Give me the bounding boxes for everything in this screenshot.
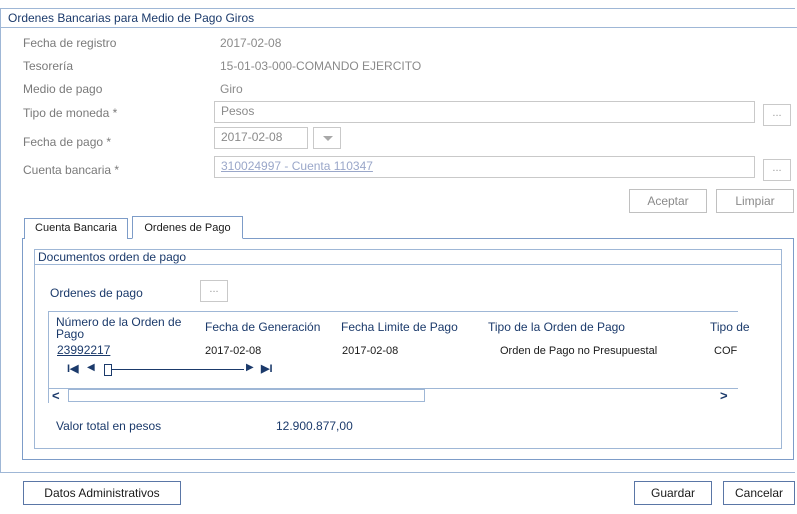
column-header-tipo-orden[interactable]: Tipo de la Orden de Pago bbox=[488, 321, 625, 333]
medio-pago-value: Giro bbox=[220, 82, 243, 96]
table-row[interactable]: 23992217 2017-02-08 2017-02-08 Orden de … bbox=[48, 343, 738, 360]
prev-page-icon[interactable]: ◀ bbox=[87, 362, 95, 373]
limpiar-button[interactable]: Limpiar bbox=[716, 189, 794, 213]
orden-fecha-limite: 2017-02-08 bbox=[342, 345, 399, 357]
orden-tipo-extra: COF bbox=[714, 345, 738, 357]
scroll-right-icon[interactable]: > bbox=[720, 388, 728, 403]
fecha-pago-field[interactable]: 2017-02-08 bbox=[214, 127, 308, 149]
tab-ordenes-de-pago[interactable]: Ordenes de Pago bbox=[132, 216, 243, 239]
cuenta-bancaria-search-button[interactable]: ... bbox=[763, 159, 791, 181]
cuenta-bancaria-label: Cuenta bancaria * bbox=[23, 163, 120, 177]
orden-fecha-generacion: 2017-02-08 bbox=[205, 345, 262, 357]
column-header-numero[interactable]: Número de la Orden de Pago bbox=[56, 316, 196, 340]
next-page-icon[interactable]: ▶ bbox=[246, 362, 254, 373]
tipo-moneda-field[interactable]: Pesos bbox=[214, 101, 755, 123]
scroll-thumb[interactable] bbox=[68, 389, 425, 402]
guardar-button[interactable]: Guardar bbox=[634, 481, 712, 505]
tab-cuenta-bancaria[interactable]: Cuenta Bancaria bbox=[24, 218, 128, 239]
documentos-group-title: Documentos orden de pago bbox=[38, 250, 187, 264]
cuenta-bancaria-field[interactable]: 310024997 - Cuenta 110347 bbox=[214, 156, 755, 178]
tipo-moneda-search-button[interactable]: ... bbox=[763, 104, 791, 126]
pager: I◀ ◀ ▶ ▶I bbox=[56, 361, 316, 379]
fecha-pago-label: Fecha de pago * bbox=[23, 135, 112, 149]
cancelar-button[interactable]: Cancelar bbox=[723, 481, 795, 505]
column-header-tipo-extra[interactable]: Tipo de bbox=[710, 321, 750, 333]
fecha-registro-label: Fecha de registro bbox=[23, 36, 117, 50]
tesoreria-label: Tesorería bbox=[23, 59, 74, 73]
fecha-registro-value: 2017-02-08 bbox=[220, 36, 282, 50]
tesoreria-value: 15-01-03-000-COMANDO EJERCITO bbox=[220, 59, 422, 73]
datos-administrativos-button[interactable]: Datos Administrativos bbox=[23, 481, 181, 505]
window-title: Ordenes Bancarias para Medio de Pago Gir… bbox=[8, 11, 255, 25]
valor-total-value: 12.900.877,00 bbox=[276, 419, 353, 433]
orden-tipo: Orden de Pago no Presupuestal bbox=[500, 345, 658, 357]
ordenes-pago-search-button[interactable]: ... bbox=[200, 280, 228, 302]
ordenes-pago-label: Ordenes de pago bbox=[50, 286, 143, 300]
medio-pago-label: Medio de pago bbox=[23, 82, 103, 96]
last-page-icon[interactable]: ▶I bbox=[261, 362, 273, 375]
scroll-left-icon[interactable]: < bbox=[52, 388, 60, 403]
tipo-moneda-label: Tipo de moneda * bbox=[23, 106, 118, 120]
aceptar-button[interactable]: Aceptar bbox=[629, 189, 707, 213]
window-title-bar: Ordenes Bancarias para Medio de Pago Gir… bbox=[0, 8, 797, 28]
documentos-group-header: Documentos orden de pago bbox=[34, 249, 782, 265]
valor-total-label: Valor total en pesos bbox=[56, 419, 162, 433]
column-header-fecha-limite[interactable]: Fecha Limite de Pago bbox=[341, 321, 458, 333]
pager-slider-handle[interactable] bbox=[104, 364, 112, 376]
column-header-fecha-generacion[interactable]: Fecha de Generación bbox=[205, 321, 320, 333]
fecha-pago-dropdown-button[interactable] bbox=[313, 127, 341, 149]
table-horizontal-scrollbar[interactable]: < > bbox=[48, 388, 738, 403]
pager-track bbox=[104, 369, 244, 370]
orden-numero-link[interactable]: 23992217 bbox=[57, 343, 110, 357]
first-page-icon[interactable]: I◀ bbox=[67, 362, 79, 375]
chevron-down-icon bbox=[323, 136, 333, 141]
